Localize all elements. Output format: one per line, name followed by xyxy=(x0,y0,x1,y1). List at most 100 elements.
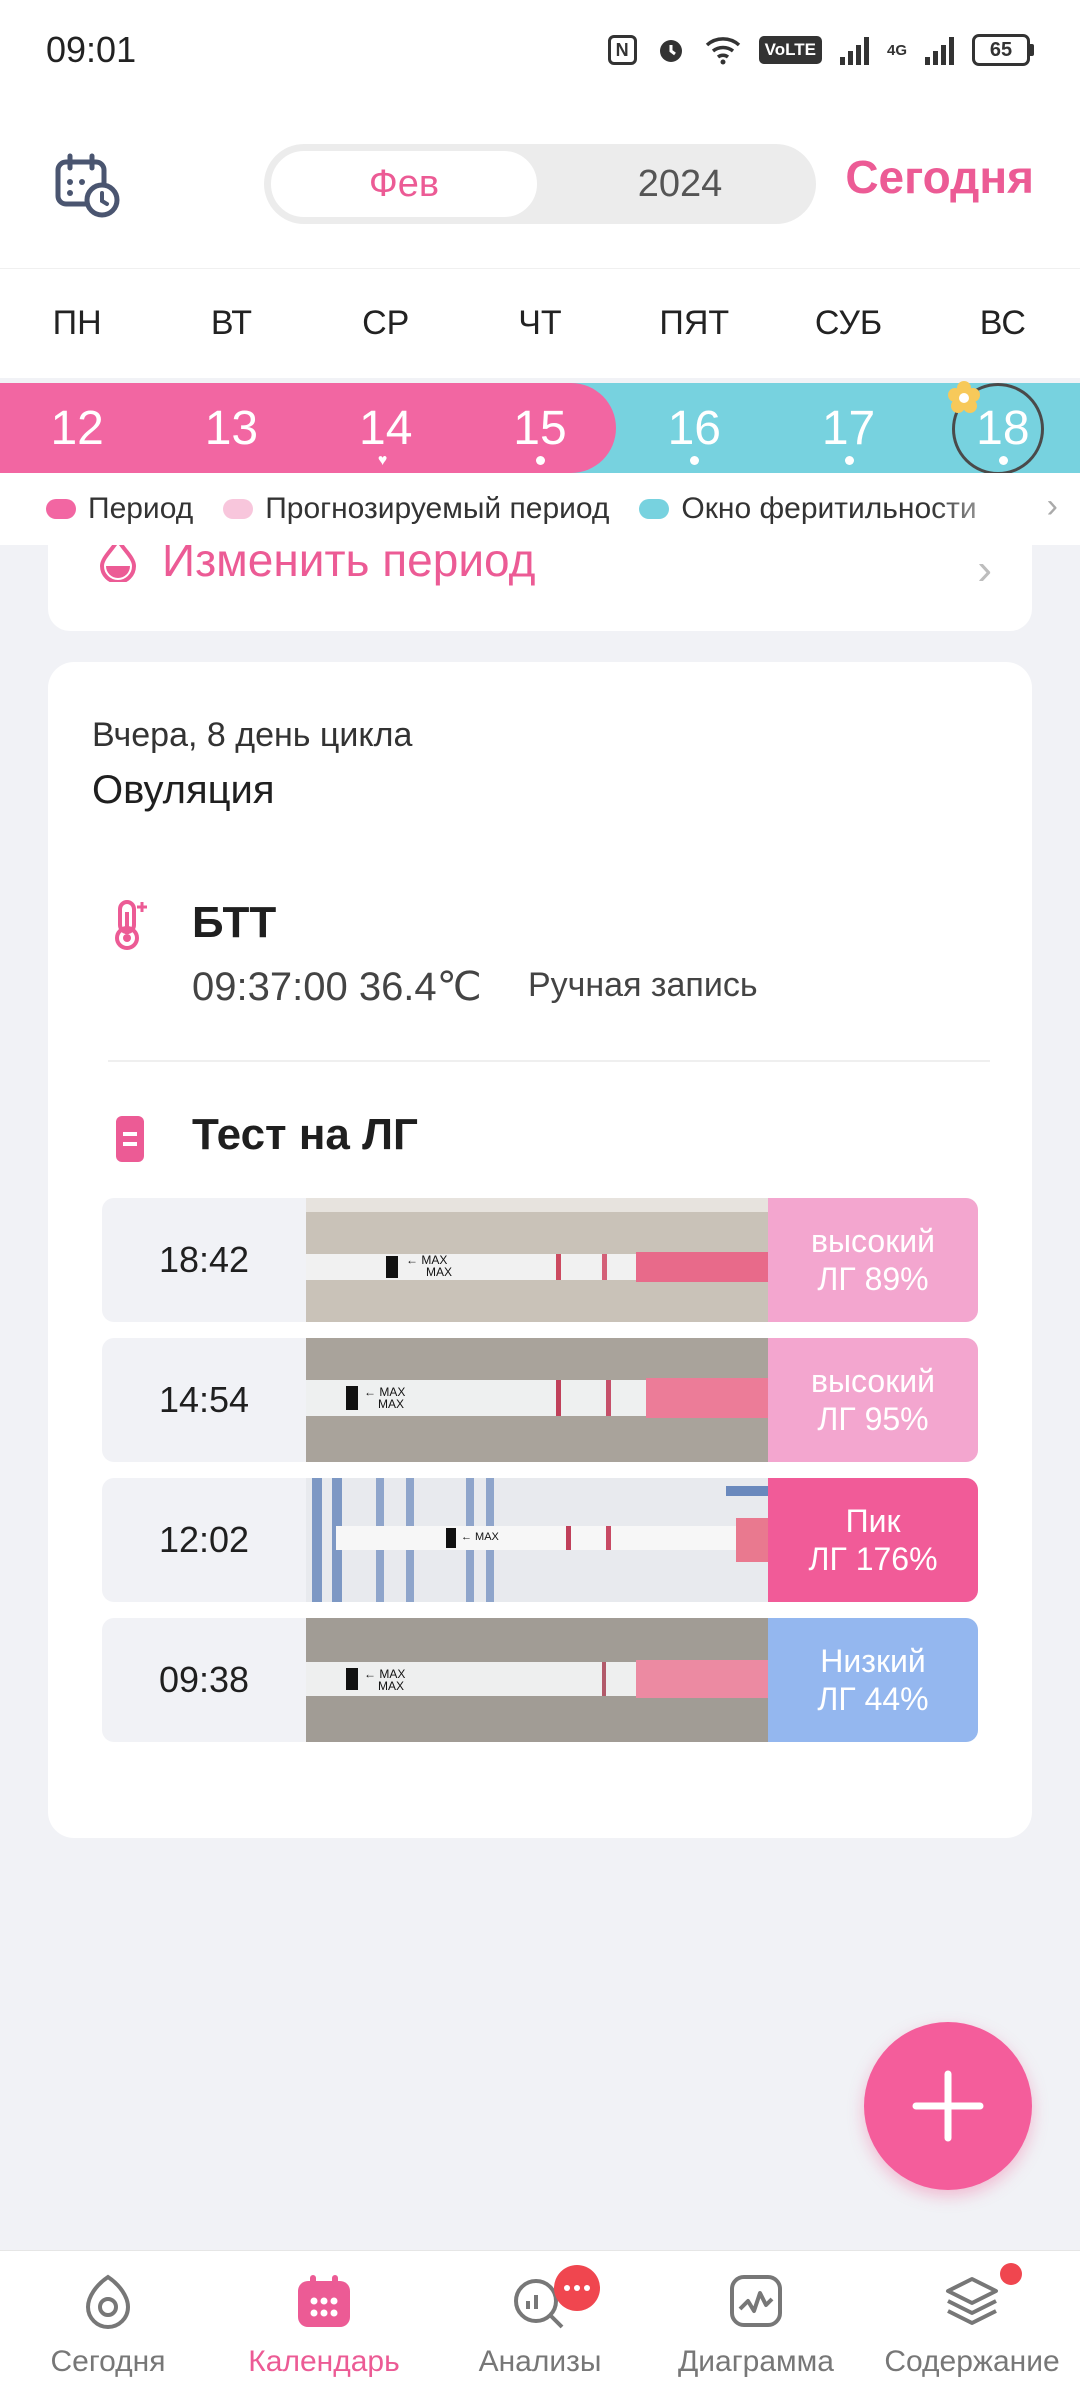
calendar-legend: Период Прогнозируемый период Окно ферити… xyxy=(0,473,1080,545)
thermometer-icon xyxy=(115,900,147,950)
lh-test-row[interactable]: 18:42 ← MAX MAX высокий ЛГ 89% xyxy=(102,1198,978,1322)
calendar-header: Фев 2024 Сегодня xyxy=(0,100,1080,268)
droplet-icon xyxy=(99,545,137,582)
cycle-day-info: Вчера, 8 день цикла xyxy=(92,716,413,754)
change-period-card[interactable]: Изменить период › xyxy=(48,545,1032,631)
nfc-icon: N xyxy=(607,35,637,65)
day-number: 14 xyxy=(359,401,413,455)
change-period-button[interactable]: Изменить период xyxy=(98,545,535,587)
nav-content[interactable]: Содержание xyxy=(864,2251,1080,2400)
record-dot xyxy=(690,456,700,465)
test-strip-photo: ← MAX MAX xyxy=(306,1618,768,1742)
day-number: 12 xyxy=(50,401,104,455)
record-dot xyxy=(844,456,854,465)
layers-icon xyxy=(946,2277,998,2325)
calendar-day[interactable]: 13 xyxy=(154,383,308,473)
test-strip-icon xyxy=(116,1116,144,1162)
nav-chart[interactable]: Диаграмма xyxy=(648,2251,864,2400)
test-time: 14:54 xyxy=(158,1379,250,1420)
nav-analysis[interactable]: Анализы xyxy=(432,2251,648,2400)
change-period-label: Изменить период xyxy=(162,545,536,586)
lh-test-row[interactable]: 14:54 ← MAX MAX высокий ЛГ 95% xyxy=(102,1338,978,1462)
network-type-icon: 4G xyxy=(886,41,907,59)
weekday-label: ВТ xyxy=(210,304,252,342)
battery-icon: 65 xyxy=(972,34,1034,66)
weekday-label: ПН xyxy=(52,304,102,342)
status-bar: 09:01 N VoLTE 4G 65 xyxy=(0,0,1080,100)
test-strip-photo: ← MAX xyxy=(306,1478,768,1602)
test-strip-photo: ← MAX MAX xyxy=(306,1338,768,1462)
weekday-label: ЧТ xyxy=(518,304,562,342)
weekday-label: ПЯТ xyxy=(659,304,730,342)
legend-swatch xyxy=(639,499,670,519)
week-days-strip: 12 13 14 ♥ 15 16 17 18 xyxy=(0,381,1080,475)
nav-label: Календарь xyxy=(248,2345,400,2378)
notification-dot xyxy=(1000,2263,1022,2285)
lh-level: Пик xyxy=(845,1503,901,1539)
lh-test-row[interactable]: 09:38 ← MAX MAX Низкий ЛГ 44% xyxy=(102,1618,978,1742)
day-number: 16 xyxy=(667,401,721,455)
day-number: 13 xyxy=(204,401,259,455)
bbt-value: 09:37:00 36.4℃ xyxy=(192,965,482,1009)
lh-level-badge: высокий ЛГ 95% xyxy=(768,1338,978,1462)
nav-label: Анализы xyxy=(478,2345,602,2378)
nav-label: Сегодня xyxy=(50,2345,166,2378)
status-time: 09:01 xyxy=(46,29,137,70)
calendar-icon xyxy=(298,2275,350,2327)
bbt-note: Ручная запись xyxy=(528,966,758,1004)
today-button[interactable]: Сегодня xyxy=(845,150,1034,204)
lh-value: ЛГ 44% xyxy=(817,1681,929,1717)
calendar-history-icon[interactable] xyxy=(52,150,122,220)
legend-chevron-right-icon[interactable]: › xyxy=(1047,487,1058,526)
legend-swatch xyxy=(46,499,76,519)
legend-fertile: Окно феритильности xyxy=(639,492,977,526)
legend-label: Период xyxy=(88,492,194,525)
bottom-navigation: Сегодня Календарь Анализы Диаграмма Соде… xyxy=(0,2250,1080,2400)
calendar-day[interactable]: 16 xyxy=(617,383,771,473)
today-icon xyxy=(85,2274,131,2329)
bbt-title: БТТ xyxy=(192,898,277,947)
day-number: 17 xyxy=(821,401,876,455)
weekday-label: СР xyxy=(362,304,410,342)
lh-level-badge: высокий ЛГ 89% xyxy=(768,1198,978,1322)
nav-label: Диаграмма xyxy=(677,2345,834,2378)
calendar-day[interactable]: 12 xyxy=(0,383,154,473)
battery-level: 65 xyxy=(972,34,1030,66)
nav-calendar[interactable]: Календарь xyxy=(216,2251,432,2400)
legend-period: Период xyxy=(46,492,193,526)
volte-icon: VoLTE xyxy=(758,36,822,64)
lh-value: ЛГ 95% xyxy=(817,1401,929,1437)
year-tab[interactable]: 2024 xyxy=(544,144,816,224)
month-tab[interactable]: Фев xyxy=(268,148,540,220)
heart-icon: ♥ xyxy=(377,452,388,469)
add-record-button[interactable] xyxy=(864,2022,1032,2190)
lh-test-title: Тест на ЛГ xyxy=(192,1110,418,1159)
lh-level-badge: Пик ЛГ 176% xyxy=(768,1478,978,1602)
nav-today[interactable]: Сегодня xyxy=(0,2251,216,2400)
test-time: 18:42 xyxy=(158,1239,250,1280)
chart-icon xyxy=(730,2275,782,2327)
lh-value: ЛГ 89% xyxy=(817,1261,929,1297)
lh-test-row[interactable]: 12:02 ← MAX Пик ЛГ 176% xyxy=(102,1478,978,1602)
day-number: 18 xyxy=(976,401,1030,455)
day-record-card: Вчера, 8 день цикла Овуляция БТТ 09:37:0… xyxy=(48,662,1032,1838)
svg-text:MAX: MAX xyxy=(378,1397,404,1411)
divider xyxy=(108,1060,990,1062)
wifi-icon xyxy=(705,35,741,65)
signal-icon-1 xyxy=(839,35,869,65)
nav-label: Содержание xyxy=(884,2345,1060,2378)
weekday-label: ВС xyxy=(979,304,1026,342)
svg-text:← MAX: ← MAX xyxy=(461,1531,500,1543)
calendar-day[interactable]: 17 xyxy=(771,383,925,473)
lh-level: высокий xyxy=(811,1363,935,1399)
svg-text:MAX: MAX xyxy=(378,1679,404,1693)
lh-level-badge: Низкий ЛГ 44% xyxy=(768,1618,978,1742)
calendar-day[interactable]: 15 xyxy=(463,383,617,473)
lh-level: высокий xyxy=(811,1223,935,1259)
day-number: 15 xyxy=(513,401,567,455)
calendar-day[interactable]: 14 ♥ xyxy=(309,383,463,473)
svg-text:MAX: MAX xyxy=(426,1265,452,1279)
lh-value: ЛГ 176% xyxy=(808,1541,938,1577)
test-time: 12:02 xyxy=(158,1519,250,1560)
record-dot xyxy=(535,456,545,465)
